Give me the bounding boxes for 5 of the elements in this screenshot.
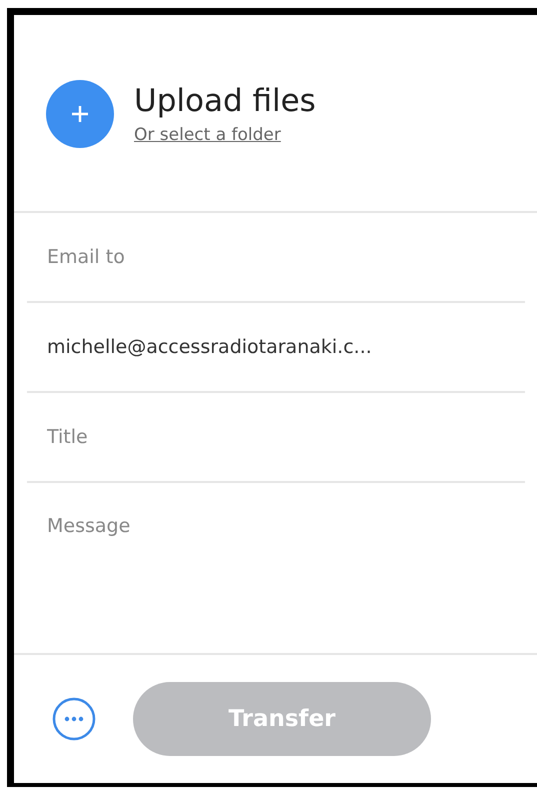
more-options-button[interactable] bbox=[52, 697, 96, 741]
upload-files-title: Upload files bbox=[134, 83, 316, 119]
plus-icon bbox=[70, 104, 90, 124]
select-folder-link[interactable]: Or select a folder bbox=[134, 125, 281, 145]
more-icon bbox=[52, 697, 96, 741]
